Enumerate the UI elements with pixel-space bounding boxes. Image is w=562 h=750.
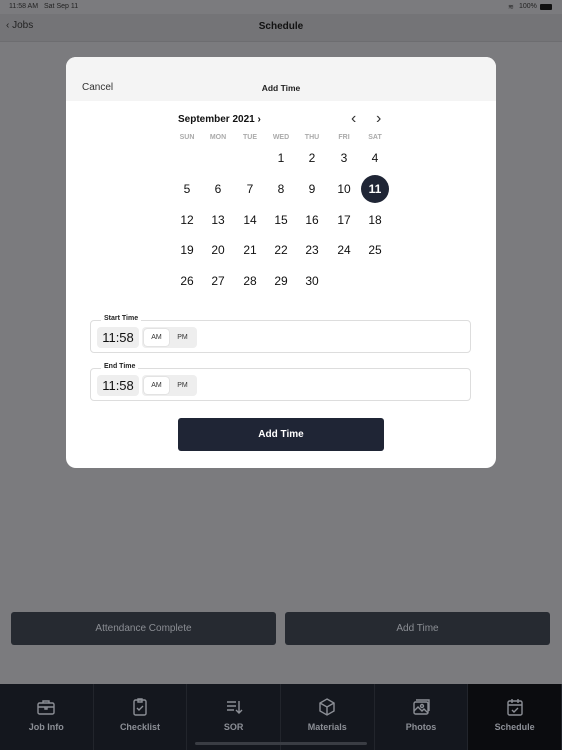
start-time-input[interactable]: 11:58 [97, 327, 139, 348]
add-time-modal: Cancel Add Time September 2021 › ‹ › SUN… [66, 57, 496, 468]
calendar-day[interactable]: 29 [267, 267, 295, 295]
end-ampm-toggle: AM PM [142, 375, 197, 396]
weekday-label: MON [209, 134, 227, 141]
tab-job-info[interactable]: Job Info [0, 684, 94, 750]
calendar-day[interactable]: 14 [236, 206, 264, 234]
end-time-field: End Time 11:58 AM PM [90, 363, 471, 401]
start-time-label: Start Time [101, 315, 142, 322]
status-bar: 11:58 AM Sat Sep 11 ≋ 100% [0, 0, 562, 14]
tab-photos[interactable]: Photos [375, 684, 469, 750]
calendar-day[interactable]: 13 [204, 206, 232, 234]
weekday-label: THU [304, 134, 320, 141]
nav-bar: ‹ Jobs Schedule [0, 14, 562, 42]
calendar-day[interactable]: 8 [267, 175, 295, 203]
calendar-day[interactable]: 16 [298, 206, 326, 234]
calendar-day[interactable]: 3 [330, 144, 358, 172]
calendar-day[interactable]: 30 [298, 267, 326, 295]
tab-label: SOR [223, 722, 244, 732]
clipboard-check-icon [133, 698, 147, 716]
add-time-submit-button[interactable]: Add Time [178, 418, 384, 451]
weekday-label: FRI [338, 134, 350, 141]
modal-header: Cancel Add Time [66, 57, 496, 101]
tab-label: Job Info [28, 722, 64, 732]
calendar-day[interactable]: 4 [361, 144, 389, 172]
tab-schedule[interactable]: Schedule [468, 684, 562, 750]
calendar-day[interactable]: 10 [330, 175, 358, 203]
calendar-day[interactable]: 15 [267, 206, 295, 234]
calendar-day[interactable]: 26 [173, 267, 201, 295]
prev-month-button[interactable]: ‹ [351, 110, 356, 128]
calendar-day[interactable]: 6 [204, 175, 232, 203]
start-ampm-toggle: AM PM [142, 327, 197, 348]
status-time: 11:58 AM [9, 3, 39, 10]
tab-label: Schedule [494, 722, 535, 732]
start-time-field: Start Time 11:58 AM PM [90, 315, 471, 353]
tab-label: Checklist [119, 722, 160, 732]
calendar-day[interactable]: 27 [204, 267, 232, 295]
calendar-day[interactable]: 17 [330, 206, 358, 234]
home-indicator [195, 742, 367, 745]
tab-checklist[interactable]: Checklist [94, 684, 188, 750]
add-time-button[interactable]: Add Time [285, 612, 550, 645]
weekday-label: TUE [243, 134, 257, 141]
calendar-day[interactable]: 9 [298, 175, 326, 203]
box-icon [319, 698, 335, 716]
month-year-picker[interactable]: September 2021 › [178, 114, 261, 125]
status-date: Sat Sep 11 [44, 3, 79, 10]
calendar-day[interactable]: 5 [173, 175, 201, 203]
calendar-day[interactable]: 12 [173, 206, 201, 234]
start-am-option[interactable]: AM [144, 329, 169, 346]
attendance-complete-button[interactable]: Attendance Complete [11, 612, 276, 645]
calendar-day[interactable]: 24 [330, 236, 358, 264]
briefcase-icon [37, 700, 55, 715]
tab-sor[interactable]: SOR [187, 684, 281, 750]
calendar-day[interactable]: 28 [236, 267, 264, 295]
calendar-day[interactable]: 22 [267, 236, 295, 264]
sort-list-icon [226, 701, 243, 714]
battery-icon [540, 4, 552, 10]
next-month-button[interactable]: › [376, 110, 381, 128]
weekday-label: SUN [179, 134, 195, 141]
start-pm-option[interactable]: PM [170, 329, 195, 346]
calendar-day[interactable]: 20 [204, 236, 232, 264]
calendar-day[interactable]: 25 [361, 236, 389, 264]
modal-title: Add Time [261, 83, 301, 93]
calendar-day[interactable]: 23 [298, 236, 326, 264]
wifi-icon: ≋ [508, 4, 514, 11]
tab-materials[interactable]: Materials [281, 684, 375, 750]
tab-label: Materials [307, 722, 347, 732]
tab-bar: Job Info Checklist SOR Materials Photos Sched… [0, 684, 562, 750]
page-title: Schedule [258, 21, 304, 32]
calendar-day[interactable]: 2 [298, 144, 326, 172]
battery-level: 100% [519, 3, 537, 10]
weekday-label: SAT [368, 134, 382, 141]
photos-icon [413, 699, 430, 715]
calendar-day[interactable]: 19 [173, 236, 201, 264]
calendar-day-selected[interactable]: 11 [361, 174, 389, 203]
month-label: September 2021 [178, 114, 255, 125]
chevron-right-icon: › [257, 114, 261, 125]
tab-label: Photos [405, 722, 437, 732]
calendar-day[interactable]: 1 [267, 144, 295, 172]
end-pm-option[interactable]: PM [170, 377, 195, 394]
calendar-day[interactable]: 7 [236, 175, 264, 203]
end-am-option[interactable]: AM [144, 377, 169, 394]
calendar-check-icon [506, 699, 523, 716]
end-time-input[interactable]: 11:58 [97, 375, 139, 396]
calendar-day[interactable]: 18 [361, 206, 389, 234]
weekday-label: WED [272, 134, 290, 141]
end-time-label: End Time [101, 363, 139, 370]
calendar-day[interactable]: 21 [236, 236, 264, 264]
